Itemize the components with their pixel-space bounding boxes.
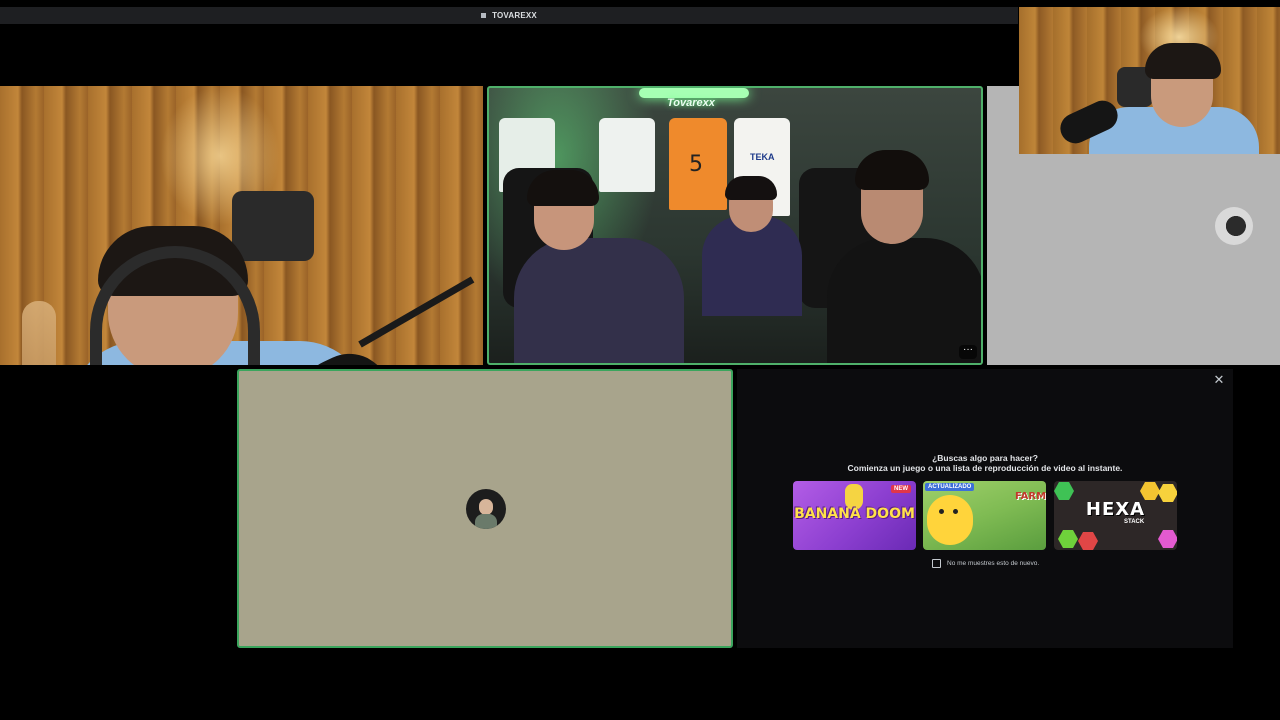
window-icon	[481, 13, 487, 18]
room-brand-sign: Tovarexx	[667, 97, 715, 109]
game-card-banana-doom[interactable]: BANANA DOOM NEW	[793, 481, 916, 550]
jersey-sponsor: TEKA	[750, 152, 775, 162]
chick-icon	[927, 495, 973, 545]
dont-show-label: No me muestres esto de nuevo.	[947, 560, 1040, 567]
person-right-hair	[855, 150, 929, 190]
person-left-body	[514, 238, 684, 363]
person-left-hair	[527, 170, 599, 206]
jersey-white-2	[599, 118, 655, 192]
game-title: FARM	[1015, 491, 1046, 502]
self-view-pip[interactable]	[1019, 7, 1280, 154]
new-badge: NEW	[891, 485, 911, 493]
avatar-face	[479, 499, 493, 515]
close-icon[interactable]: ✕	[1211, 372, 1227, 388]
person-middle-hair	[725, 176, 777, 200]
avatar-tile-participant-4[interactable]	[237, 369, 733, 648]
hex-tile-icon	[1058, 530, 1078, 548]
video-tile-streamer-room[interactable]: Tovarexx 5 TEKA ···	[487, 86, 983, 365]
hex-tile-icon	[1078, 532, 1098, 550]
avatar-body	[475, 514, 497, 529]
hex-tile-icon	[1054, 482, 1074, 500]
participant-hair	[1145, 43, 1221, 79]
call-window: TOVAREXX Tovarexx 5 TEKA ··· ✕ ¿Buscas a…	[0, 0, 1280, 720]
more-options-button[interactable]: ···	[959, 345, 977, 359]
game-title: HEXA	[1085, 499, 1146, 520]
game-subtitle: STACK	[1124, 519, 1145, 525]
video-tile-participant-1[interactable]	[0, 86, 483, 365]
dont-show-checkbox[interactable]	[932, 559, 941, 568]
mic-arm	[358, 276, 475, 348]
chick-eye	[939, 509, 944, 514]
participant-avatar	[1215, 207, 1253, 245]
jersey-orange: 5	[669, 118, 727, 210]
game-card-hexa-stack[interactable]: HEXA STACK	[1054, 481, 1177, 550]
updated-badge: ACTUALIZADO	[925, 483, 975, 491]
panel-heading: ¿Buscas algo para hacer?	[932, 453, 1038, 463]
jersey-number: 5	[689, 152, 703, 177]
hex-tile-icon	[1140, 482, 1160, 500]
activity-suggestion-panel: ✕ ¿Buscas algo para hacer? Comienza un j…	[737, 369, 1233, 648]
game-card-farm[interactable]: FARM ACTUALIZADO	[923, 481, 1046, 550]
guitar	[22, 301, 56, 365]
dont-show-again-option[interactable]: No me muestres esto de nuevo.	[932, 559, 1039, 568]
hex-tile-icon	[1158, 530, 1177, 548]
window-title: TOVAREXX	[492, 11, 537, 20]
gaming-chair	[232, 191, 314, 261]
game-title: BANANA DOOM	[794, 506, 915, 522]
participant-avatar	[466, 489, 506, 529]
panel-subheading: Comienza un juego o una lista de reprodu…	[847, 463, 1123, 473]
chick-eye	[953, 509, 958, 514]
window-title-bar: TOVAREXX	[0, 7, 1018, 24]
